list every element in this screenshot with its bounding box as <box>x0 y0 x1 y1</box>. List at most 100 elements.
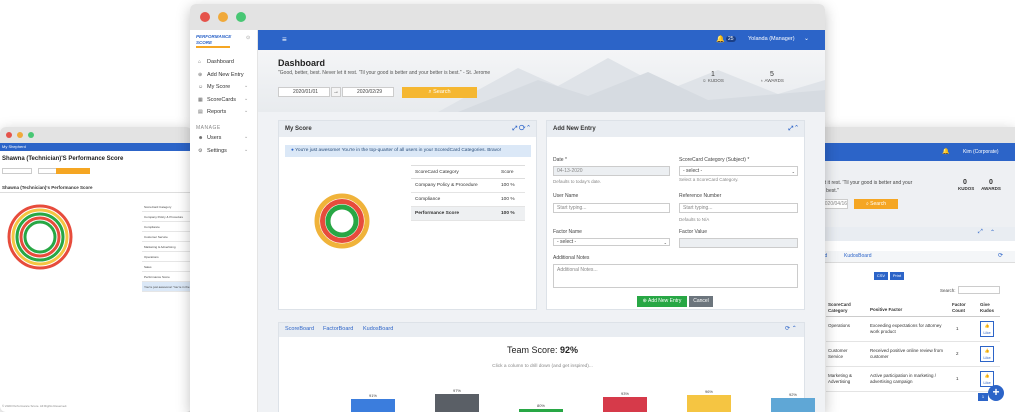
category-hint: Select a ScoreCard Category. <box>679 177 739 182</box>
row-category: Customer Service <box>828 348 848 359</box>
tab-kudosboard[interactable]: KudosBoard <box>363 326 393 332</box>
expand-icon[interactable]: ⤢ <box>513 126 518 132</box>
tab-kudosboard[interactable]: KudosBoard <box>844 253 872 259</box>
tab-factorboard[interactable]: FactorBoard <box>323 326 353 332</box>
like-button[interactable]: 👍 Like <box>980 346 994 362</box>
collapse-icon[interactable]: ⌃ <box>990 229 995 236</box>
col-category[interactable]: ScoreCard Category <box>411 170 501 175</box>
collapse-icon[interactable]: ⌃ <box>527 126 530 132</box>
logo-text: PERFORMANCE SCORE <box>196 34 231 48</box>
sidebar-toggle-icon[interactable]: ⊙ <box>246 35 250 41</box>
awards-label: ♁ AWARDS <box>756 78 788 83</box>
print-button[interactable]: Print <box>890 272 904 280</box>
right-pager[interactable]: 1 <box>978 393 988 401</box>
minimize-dot[interactable] <box>218 12 228 22</box>
right-table-search-input[interactable] <box>958 286 1000 294</box>
factor-name-select[interactable]: - select - ⌄ <box>553 238 670 246</box>
add-entry-cancel-button[interactable]: Cancel <box>689 296 713 307</box>
col-kudos[interactable]: Give Kudos <box>980 302 994 314</box>
app-logo[interactable]: PERFORMANCE SCORE ⊙ <box>196 34 250 48</box>
left-window-subtitle: Shawna (Technician)'s Performance Score <box>2 185 93 190</box>
category-select-value: - select - <box>683 168 703 174</box>
chart-bar[interactable] <box>519 408 563 412</box>
collapse-icon[interactable]: ⌃ <box>792 326 797 332</box>
row-category: Company Policy & Procedure <box>415 183 478 188</box>
row-category: Compliance <box>415 197 441 202</box>
sidebar-item-my-score[interactable]: ☺ My Score ⌄ <box>190 83 258 96</box>
sidebar-item-dashboard[interactable]: ⌂ Dashboard <box>190 58 258 71</box>
right-window-user[interactable]: Kim (Corporate) <box>963 149 999 155</box>
chart-bar[interactable] <box>603 397 647 412</box>
chart-bar[interactable] <box>687 394 731 412</box>
bell-icon[interactable]: 🔔 <box>716 35 725 43</box>
notification-badge[interactable]: 25 <box>726 36 736 42</box>
kudos-icon: ☺ <box>702 78 707 83</box>
csv-button[interactable]: CSV <box>874 272 888 280</box>
collapse-icon[interactable]: ⌃ <box>795 126 798 132</box>
table-row: Customer Service Received positive online… <box>826 342 1000 367</box>
table-row: Marketing & Advertising Active participat… <box>826 367 1000 392</box>
sidebar-item-reports[interactable]: ▤ Reports ⌄ <box>190 108 258 121</box>
my-score-table: ScoreCard Category Score Company Policy … <box>411 165 525 221</box>
search-button[interactable]: ⌕ Search <box>402 87 477 98</box>
chevron-down-icon: ⌄ <box>663 239 667 245</box>
expand-icon[interactable]: ⤢ <box>789 126 794 132</box>
sidebar-item-label: My Score <box>207 84 231 90</box>
add-fab-button[interactable]: + <box>988 385 1004 401</box>
refresh-icon[interactable]: ⟳ <box>519 126 525 132</box>
sidebar-item-label: Reports <box>207 109 227 115</box>
user-name-input[interactable]: Start typing... <box>553 203 670 213</box>
entry-date-input[interactable]: 04-13-2020 <box>553 166 670 176</box>
right-window-search-button[interactable]: ⌕ Search <box>854 199 898 209</box>
sidebar-item-settings[interactable]: ⚙ Settings ⌄ <box>190 147 258 160</box>
refresh-icon[interactable]: ⟳ <box>785 326 790 332</box>
right-window-card-header: ⤢ ⌃ <box>818 227 1015 241</box>
tab-scoreboard[interactable]: ScoreBoard <box>285 326 314 332</box>
left-window-tab[interactable]: My Shepherd <box>2 144 26 149</box>
user-menu[interactable]: Yolanda (Manager) <box>748 36 795 42</box>
chart-bar[interactable] <box>435 393 479 412</box>
chart-bar[interactable] <box>771 398 815 412</box>
sidebar-item-users[interactable]: ☻ Users ⌄ <box>190 134 258 147</box>
close-dot[interactable] <box>200 12 210 22</box>
expand-icon[interactable]: ⤢ <box>978 229 983 236</box>
card-tools: ⤢ ⟳ ⌃ <box>513 126 530 133</box>
refresh-icon[interactable]: ⟳ <box>998 252 1003 259</box>
right-kudos-label: KUDOS <box>958 186 975 191</box>
col-count[interactable]: Factor Count <box>952 302 968 314</box>
date-from-input[interactable]: 2020/01/01 <box>278 87 330 97</box>
maximize-dot[interactable] <box>236 12 246 22</box>
add-entry-submit-button[interactable]: ⊕ Add New Entry <box>637 296 687 307</box>
list-item: Company Policy & Procedure <box>142 212 190 222</box>
search-button-label: Search <box>433 89 451 95</box>
col-factor[interactable]: Positive Factor <box>870 307 902 312</box>
reference-input[interactable]: Start typing... <box>679 203 798 213</box>
left-window-chrome <box>0 127 192 143</box>
minimize-dot[interactable] <box>17 132 23 138</box>
sidebar-item-scorecards[interactable]: ▦ ScoreCards ⌄ <box>190 96 258 109</box>
category-select[interactable]: - select - ⌄ <box>679 166 798 176</box>
left-window-search-button[interactable] <box>56 168 90 174</box>
quote-line-1: et it rest. 'Til your good is better and… <box>822 180 913 186</box>
awards-label-text: AWARDS <box>764 78 784 83</box>
close-dot[interactable] <box>6 132 12 138</box>
factor-value-input[interactable] <box>679 238 798 248</box>
team-score-subtitle: Click a column to drill down (and get in… <box>492 364 593 369</box>
table-row: Company Policy & Procedure 100 % <box>411 179 525 193</box>
row-score: 100 % <box>501 211 515 216</box>
team-score-heading: Team Score: 92% <box>279 345 806 355</box>
like-button[interactable]: 👍 Like <box>980 321 994 337</box>
col-category[interactable]: ScoreCard Category <box>828 302 854 314</box>
sidebar-item-add-new-entry[interactable]: ⊕ Add New Entry <box>190 71 258 84</box>
left-window-date-input[interactable] <box>2 168 32 174</box>
hamburger-icon[interactable]: ≡ <box>282 35 287 44</box>
top-bar: ≡ 🔔 25 Yolanda (Manager) ⌄ <box>258 30 825 50</box>
maximize-dot[interactable] <box>28 132 34 138</box>
chart-bar[interactable] <box>351 398 395 412</box>
col-score[interactable]: Score <box>501 170 525 175</box>
my-score-alert: ● You're just awesome! You're in the top… <box>285 145 531 157</box>
notes-textarea[interactable]: Additional Notes... <box>553 264 798 288</box>
chevron-down-icon[interactable]: ⌄ <box>804 35 809 42</box>
bell-icon[interactable]: 🔔 <box>942 148 949 155</box>
date-to-input[interactable]: 2020/02/29 <box>342 87 394 97</box>
